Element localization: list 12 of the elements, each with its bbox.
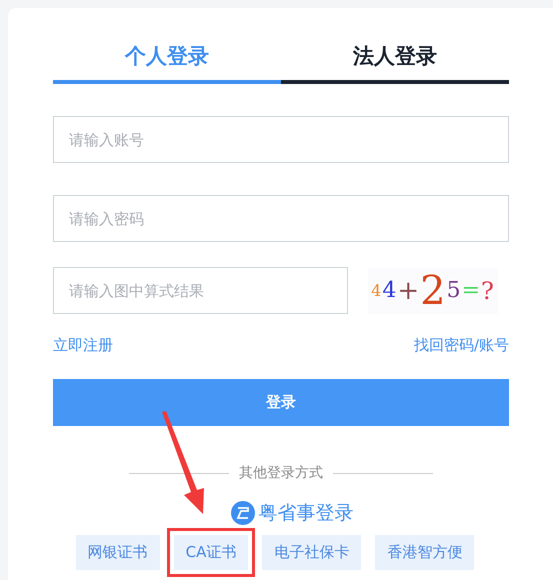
login-button[interactable]: 登录: [53, 379, 509, 426]
app-logo-icon: [230, 501, 254, 525]
login-method-button[interactable]: CA证书: [166, 528, 256, 577]
login-tab[interactable]: 法人登录: [281, 38, 509, 84]
account-field[interactable]: 请输入账号: [53, 116, 509, 163]
section-title: 其他登录方式: [239, 464, 323, 482]
app-login-link[interactable]: 粤省事登录: [258, 500, 354, 526]
recover-link[interactable]: 找回密码/账号: [414, 336, 509, 355]
password-field[interactable]: 请输入密码: [53, 195, 509, 242]
captcha-field[interactable]: 请输入图中算式结果: [53, 267, 348, 314]
register-link[interactable]: 立即注册: [53, 336, 113, 355]
login-tab[interactable]: 个人登录: [53, 38, 281, 84]
